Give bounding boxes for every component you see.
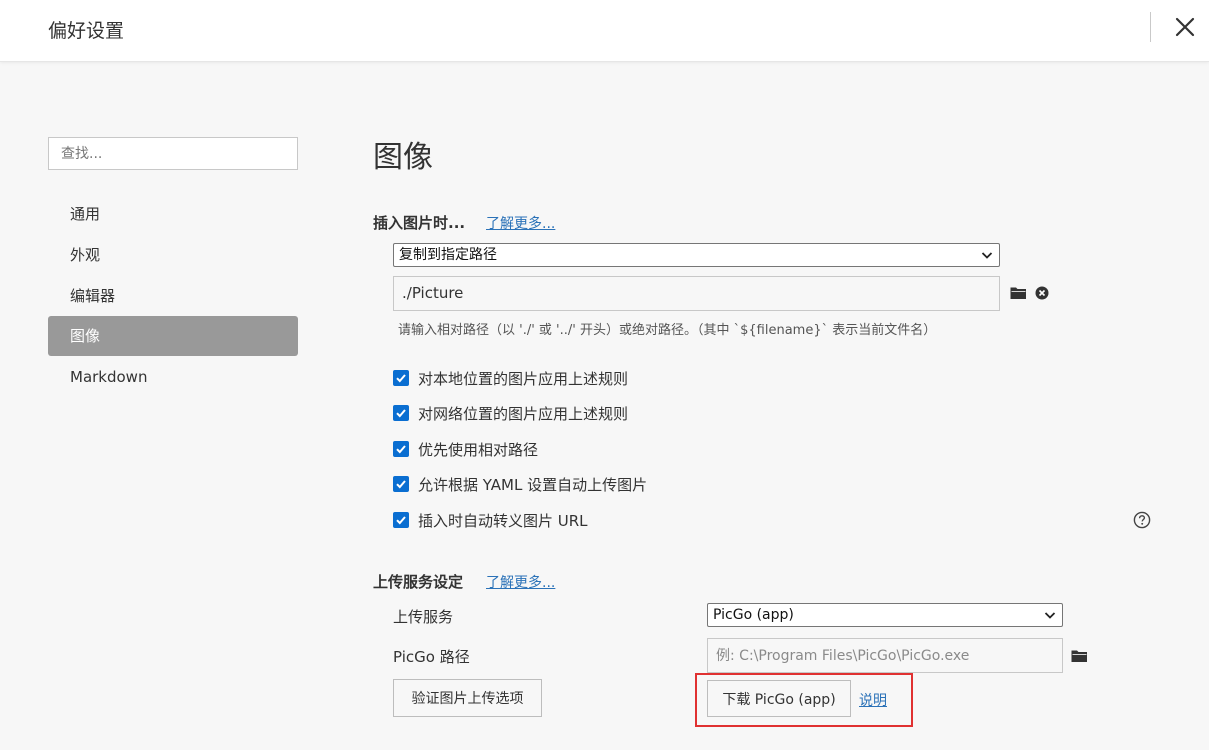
window-header: 偏好设置 (0, 0, 1209, 62)
checkbox-label: 插入时自动转义图片 URL (418, 511, 588, 530)
checkmark-icon (396, 409, 406, 418)
path-hint-text: 请输入相对路径（以 './' 或 '../' 开头）或绝对路径。（其中 `${f… (398, 323, 937, 338)
chevron-down-icon (1044, 612, 1056, 619)
sidebar-item-appearance[interactable]: 外观 (48, 235, 298, 275)
upload-section-title: 上传服务设定 (373, 573, 464, 591)
sidebar-item-editor[interactable]: 编辑器 (48, 276, 298, 316)
picgo-path-label: PicGo 路径 (393, 648, 470, 666)
download-picgo-button[interactable]: 下载 PicGo (app) (707, 680, 851, 717)
checkbox-label: 对网络位置的图片应用上述规则 (418, 404, 629, 423)
close-button[interactable] (1168, 10, 1202, 44)
checkbox-row-local-images[interactable]: 对本地位置的图片应用上述规则 (393, 368, 628, 388)
checkmark-icon (396, 445, 406, 454)
help-icon[interactable] (1133, 511, 1151, 529)
header-divider (1150, 12, 1151, 42)
checkbox-row-yaml-upload[interactable]: 允许根据 YAML 设置自动上传图片 (393, 474, 647, 494)
sidebar-search-input[interactable] (48, 137, 298, 170)
insert-learn-more-link[interactable]: 了解更多... (486, 213, 555, 233)
sidebar-item-image[interactable]: 图像 (48, 316, 298, 356)
folder-icon[interactable] (1010, 286, 1027, 300)
upload-learn-more-link[interactable]: 了解更多... (486, 572, 555, 592)
upload-service-label: 上传服务 (393, 608, 454, 626)
checkbox-row-network-images[interactable]: 对网络位置的图片应用上述规则 (393, 403, 628, 423)
clear-icon[interactable] (1035, 286, 1049, 300)
verify-upload-button[interactable]: 验证图片上传选项 (393, 679, 542, 717)
checkbox-label: 优先使用相对路径 (418, 440, 539, 459)
checkmark-icon (396, 516, 406, 525)
folder-icon[interactable] (1071, 649, 1088, 663)
checkbox[interactable] (393, 370, 409, 386)
sidebar-item-markdown[interactable]: Markdown (48, 357, 298, 397)
picgo-path-input[interactable] (707, 638, 1063, 673)
page-title: 图像 (373, 140, 433, 175)
checkbox-row-escape-url[interactable]: 插入时自动转义图片 URL (393, 510, 588, 530)
close-icon (1175, 17, 1195, 37)
insert-action-value: 复制到指定路径 (399, 247, 497, 263)
checkbox[interactable] (393, 441, 409, 457)
chevron-down-icon (981, 252, 993, 259)
checkmark-icon (396, 480, 406, 489)
insert-section-title: 插入图片时... (373, 214, 466, 232)
image-path-field[interactable]: ./Picture (393, 276, 1000, 311)
checkbox-row-relative-path[interactable]: 优先使用相对路径 (393, 439, 538, 459)
checkbox-label: 对本地位置的图片应用上述规则 (418, 369, 629, 388)
checkbox-label: 允许根据 YAML 设置自动上传图片 (418, 475, 648, 494)
insert-action-select[interactable]: 复制到指定路径 (393, 243, 1000, 267)
window-title: 偏好设置 (48, 20, 125, 42)
upload-service-select[interactable]: PicGo (app) (707, 603, 1063, 627)
upload-service-value: PicGo (app) (713, 607, 794, 623)
checkbox[interactable] (393, 512, 409, 528)
sidebar-item-general[interactable]: 通用 (48, 194, 298, 234)
checkbox[interactable] (393, 476, 409, 492)
picgo-help-link[interactable]: 说明 (859, 690, 887, 710)
checkmark-icon (396, 374, 406, 383)
checkbox[interactable] (393, 405, 409, 421)
